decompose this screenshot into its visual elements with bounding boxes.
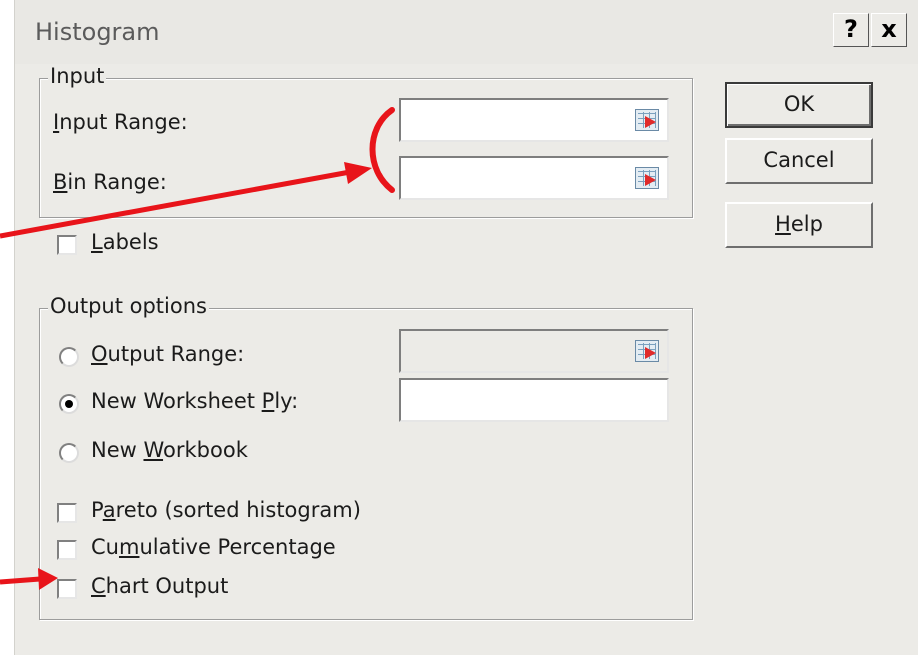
bin-range-label: Bin Range:	[53, 170, 167, 194]
output-range-radio[interactable]	[59, 347, 79, 367]
new-worksheet-label: New Worksheet Ply:	[91, 389, 299, 413]
chart-output-checkbox[interactable]	[57, 579, 77, 599]
new-worksheet-name-field[interactable]	[399, 378, 669, 422]
help-question-icon[interactable]: ?	[833, 13, 869, 47]
chart-output-label: Chart Output	[91, 574, 229, 598]
input-group-legend: Input	[48, 64, 107, 88]
new-workbook-label: New Workbook	[91, 438, 248, 462]
output-range-field[interactable]	[399, 329, 669, 373]
help-button[interactable]: Help	[725, 202, 873, 248]
close-icon[interactable]: x	[871, 13, 907, 47]
range-select-icon[interactable]	[635, 340, 659, 362]
cumulative-percentage-label: Cumulative Percentage	[91, 535, 336, 559]
pareto-checkbox[interactable]	[57, 503, 77, 523]
output-range-label: Output Range:	[91, 342, 245, 366]
range-select-icon[interactable]	[635, 109, 659, 131]
input-range-label: Input Range:	[53, 110, 188, 134]
ok-button[interactable]: OK	[725, 82, 873, 128]
dialog-title: Histogram	[35, 18, 160, 46]
bin-range-field[interactable]	[399, 156, 669, 200]
cumulative-percentage-checkbox[interactable]	[57, 540, 77, 560]
input-range-field[interactable]	[399, 98, 669, 142]
output-options-legend: Output options	[48, 294, 209, 318]
labels-checkbox-label: Labels	[91, 230, 159, 254]
new-workbook-radio[interactable]	[59, 443, 79, 463]
range-select-icon[interactable]	[635, 167, 659, 189]
title-bar: Histogram ? x	[15, 0, 918, 64]
new-worksheet-radio[interactable]	[59, 394, 79, 414]
cancel-button[interactable]: Cancel	[725, 138, 873, 184]
histogram-dialog: Histogram ? x Input Input Range: Bin Ran…	[14, 0, 918, 655]
pareto-label: Pareto (sorted histogram)	[91, 498, 361, 522]
labels-checkbox[interactable]	[57, 235, 77, 255]
